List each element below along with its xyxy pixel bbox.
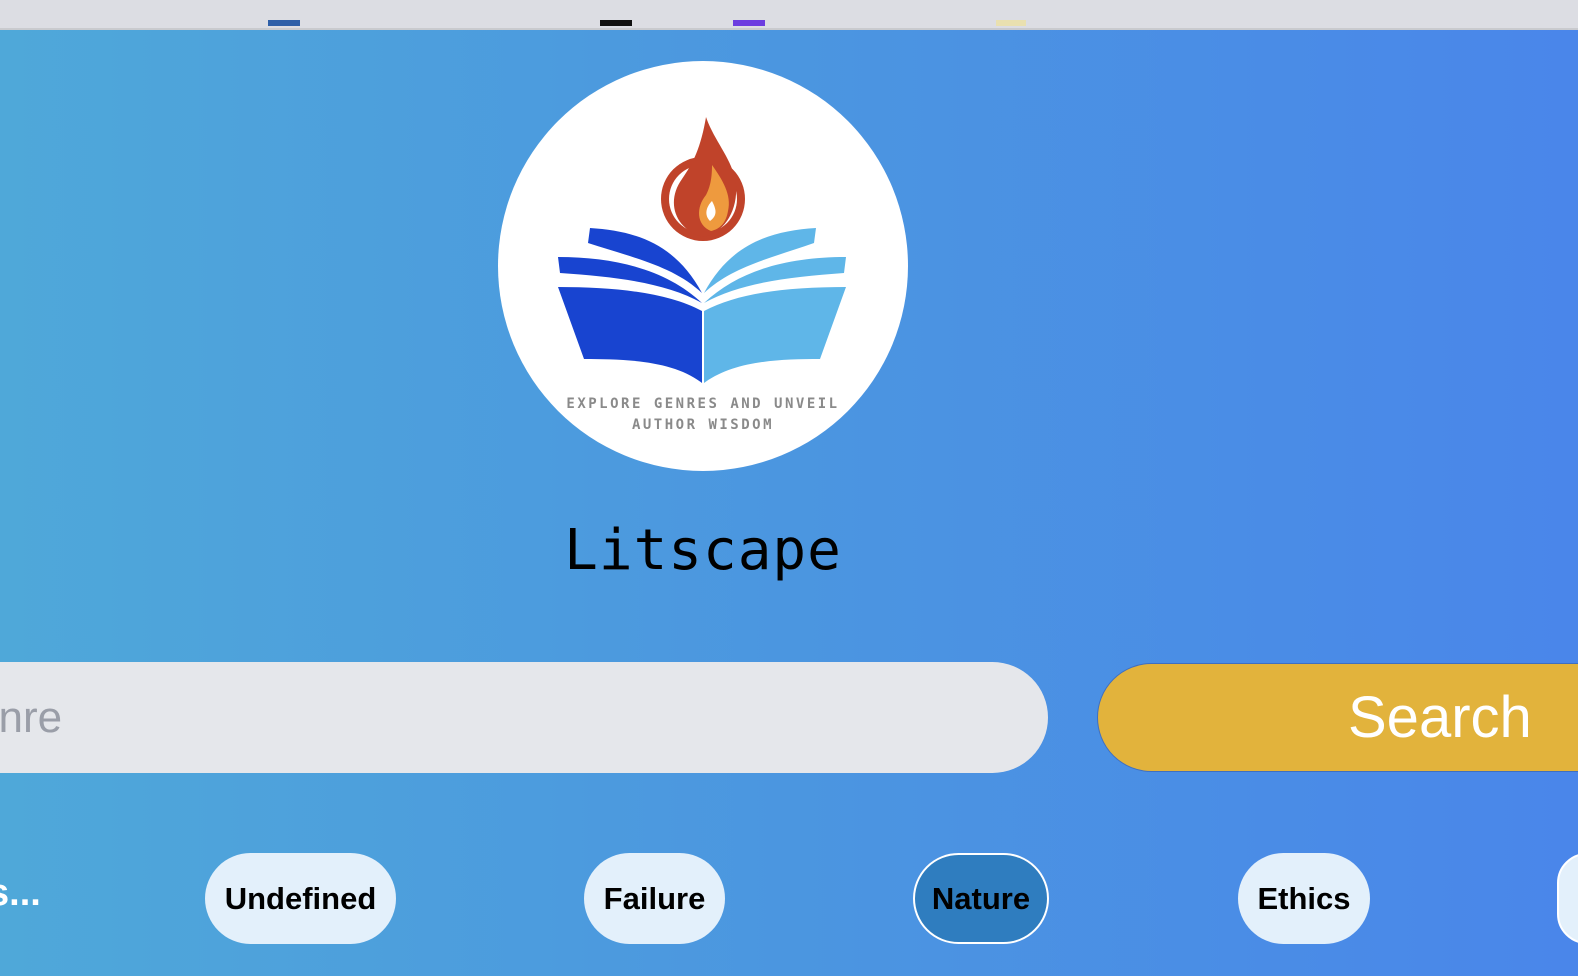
bookmark-icon[interactable] <box>268 20 300 26</box>
browser-bookmarks-bar <box>0 0 1578 30</box>
page: EXPLORE GENRES AND UNVEIL AUTHOR WISDOM … <box>0 0 1578 976</box>
truncated-tag-label: s... <box>0 872 41 914</box>
search-button[interactable]: Search <box>1097 663 1578 772</box>
genre-search-input[interactable] <box>0 662 1048 773</box>
bookmark-icon[interactable] <box>733 20 765 26</box>
logo-tagline: AUTHOR WISDOM <box>631 417 775 433</box>
logo: EXPLORE GENRES AND UNVEIL AUTHOR WISDOM <box>498 61 908 471</box>
tag-chip-undefined[interactable]: Undefined <box>205 853 396 944</box>
tag-chip-nature[interactable]: Nature <box>913 853 1049 944</box>
bookmark-icon[interactable] <box>600 20 632 26</box>
app-title: Litscape <box>564 518 842 583</box>
tag-chip-failure[interactable]: Failure <box>584 853 725 944</box>
logo-tagline: EXPLORE GENRES AND UNVEIL <box>566 396 840 412</box>
tag-chip-ethics[interactable]: Ethics <box>1238 853 1370 944</box>
tag-chip-partial[interactable] <box>1557 853 1578 944</box>
bookmark-icon[interactable] <box>996 20 1026 26</box>
